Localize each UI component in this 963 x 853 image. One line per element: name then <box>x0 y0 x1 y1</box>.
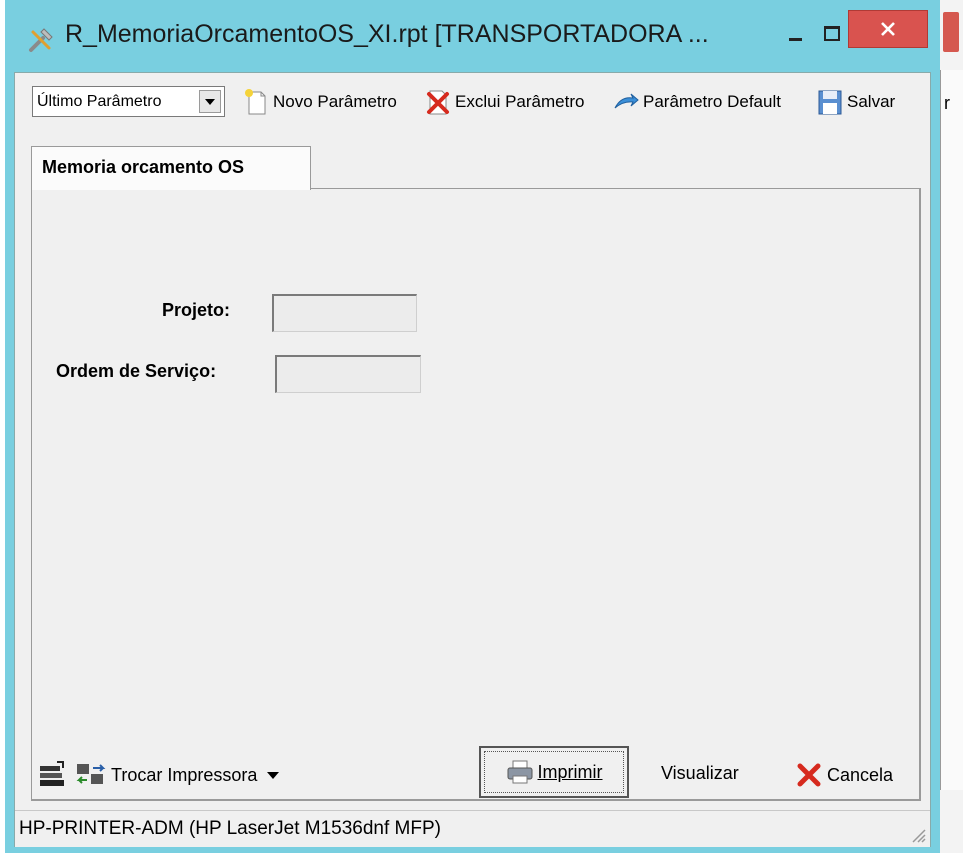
printer-status: HP-PRINTER-ADM (HP LaserJet M1536dnf MFP… <box>19 818 441 839</box>
new-parameter-button[interactable]: Novo Parâmetro <box>243 85 397 119</box>
delete-parameter-label: Exclui Parâmetro <box>455 92 585 111</box>
preview-button[interactable]: Visualizar <box>661 763 739 784</box>
print-button[interactable]: Imprimir <box>479 746 629 798</box>
minimize-button[interactable] <box>775 22 815 52</box>
tab-memoria-orcamento-os[interactable]: Memoria orcamento OS <box>31 146 311 190</box>
ordem-servico-input[interactable] <box>275 355 421 393</box>
floppy-disk-icon <box>817 88 843 116</box>
blue-arrow-icon <box>613 88 639 116</box>
delete-parameter-button[interactable]: Exclui Parâmetro <box>425 85 584 119</box>
background-close-button <box>943 12 959 52</box>
default-parameter-button[interactable]: Parâmetro Default <box>613 85 781 119</box>
save-button[interactable]: Salvar <box>817 85 895 119</box>
status-bar: HP-PRINTER-ADM (HP LaserJet M1536dnf MFP… <box>15 810 930 847</box>
new-parameter-label: Novo Parâmetro <box>273 92 397 111</box>
background-window-edge <box>940 70 963 790</box>
swap-printer-icon <box>75 760 107 790</box>
tools-icon <box>27 26 55 54</box>
title-bar[interactable]: R_MemoriaOrcamentoOS_XI.rpt [TRANSPORTAD… <box>5 0 940 72</box>
close-button[interactable] <box>848 10 928 48</box>
cancel-label: Cancela <box>827 764 894 785</box>
change-printer-button[interactable]: Trocar Impressora <box>75 760 280 790</box>
print-label: Imprimir <box>537 761 603 782</box>
new-document-icon <box>243 88 269 116</box>
projeto-input[interactable] <box>272 294 417 332</box>
toolbar: Último Parâmetro Novo Parâmetro Exclui P… <box>15 73 930 133</box>
close-icon <box>881 22 895 36</box>
caret-down-icon <box>267 771 280 779</box>
default-parameter-label: Parâmetro Default <box>643 92 781 111</box>
maximize-button[interactable] <box>811 18 851 48</box>
printer-setup-button[interactable] <box>37 760 67 790</box>
parameter-select[interactable]: Último Parâmetro <box>32 86 225 117</box>
chevron-down-icon[interactable] <box>199 90 221 113</box>
cancel-button[interactable]: Cancela <box>795 761 893 789</box>
background-window: r <box>940 0 963 853</box>
resize-grip-icon[interactable] <box>908 825 926 843</box>
client-area: Último Parâmetro Novo Parâmetro Exclui P… <box>14 72 931 847</box>
preview-label: Visualizar <box>661 763 739 783</box>
printer-setup-icon <box>37 760 67 790</box>
printer-icon <box>506 759 534 785</box>
change-printer-label: Trocar Impressora <box>111 764 258 785</box>
parameter-select-value: Último Parâmetro <box>37 93 162 110</box>
delete-document-icon <box>425 88 451 116</box>
projeto-label: Projeto: <box>162 300 231 320</box>
background-partial-text: r <box>944 93 950 113</box>
report-dialog: R_MemoriaOrcamentoOS_XI.rpt [TRANSPORTAD… <box>5 0 940 853</box>
window-title: R_MemoriaOrcamentoOS_XI.rpt [TRANSPORTAD… <box>65 20 709 48</box>
tab-panel: Projeto: Ordem de Serviço: <box>31 188 921 801</box>
tab-label: Memoria orcamento OS <box>42 157 245 177</box>
ordem-servico-label: Ordem de Serviço: <box>56 361 217 381</box>
red-x-icon <box>795 761 823 789</box>
save-label: Salvar <box>847 92 896 111</box>
